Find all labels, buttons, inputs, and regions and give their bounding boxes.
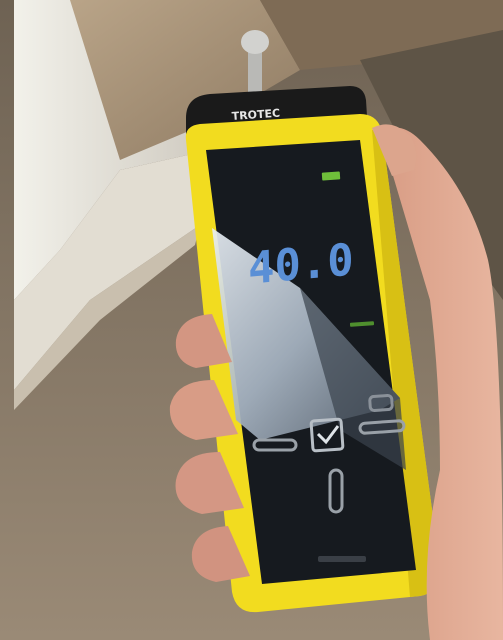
probe-tip	[241, 30, 269, 54]
scene: TROTEC 40.0	[0, 0, 503, 640]
battery-icon	[321, 171, 341, 181]
moisture-reading: 40.0	[248, 234, 354, 294]
screen-footer	[318, 556, 366, 562]
